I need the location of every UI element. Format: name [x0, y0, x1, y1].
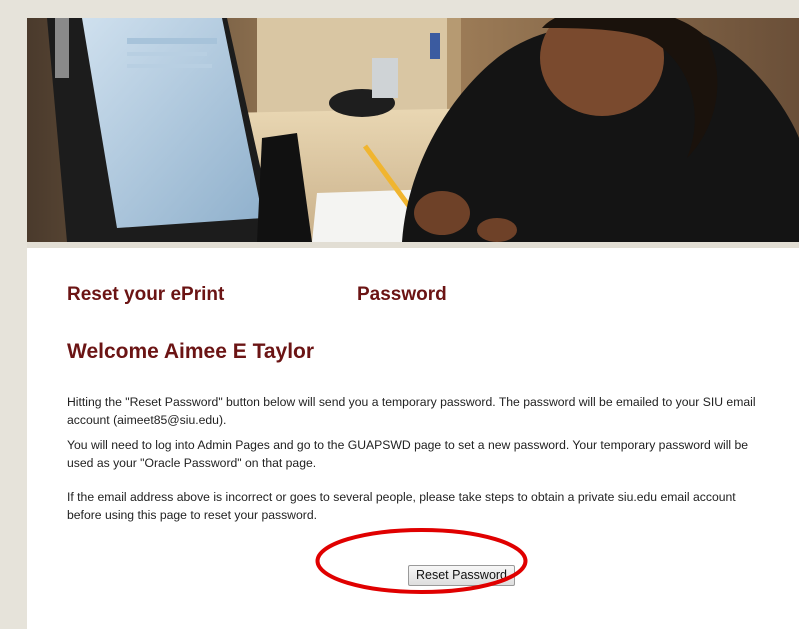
page-title: Reset your ePrint Password	[67, 284, 777, 308]
instruction-paragraph-3: If the email address above is incorrect …	[67, 490, 736, 522]
instruction-paragraph-1: Hitting the "Reset Password" button belo…	[67, 395, 756, 427]
left-border	[0, 0, 27, 629]
welcome-heading: Welcome Aimee E Taylor	[67, 340, 315, 363]
page-title-right: Password	[357, 284, 447, 305]
instruction-paragraph-2: You will need to log into Admin Pages an…	[67, 438, 749, 470]
hero-divider	[27, 242, 799, 248]
page-title-left: Reset your ePrint	[67, 284, 225, 305]
hero-illustration	[27, 18, 799, 242]
page-container: Reset your ePrint Password Welcome Aimee…	[27, 18, 799, 629]
top-border	[0, 0, 799, 18]
reset-password-button[interactable]: Reset Password	[408, 565, 516, 586]
hero-image	[27, 18, 799, 242]
